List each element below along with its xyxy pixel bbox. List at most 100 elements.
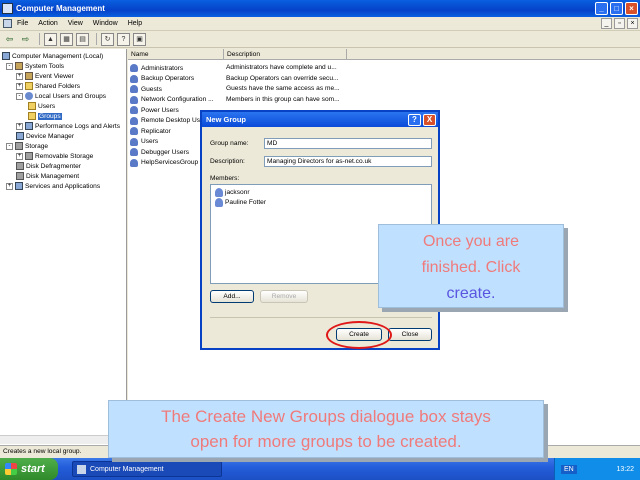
list-item[interactable]: Replicator [130, 126, 171, 136]
group-name: Power Users [141, 106, 179, 114]
list-item[interactable]: Network Configuration ... [130, 95, 214, 105]
menu-action[interactable]: Action [33, 20, 62, 27]
removable-storage-icon [25, 152, 33, 160]
close-dialog-button[interactable]: Close [388, 328, 432, 341]
child-close-button[interactable]: × [627, 18, 638, 29]
group-icon [130, 116, 138, 125]
tree-item-shared-folders[interactable]: + Shared Folders [16, 81, 80, 91]
tree-item-system-tools[interactable]: - System Tools [6, 61, 64, 71]
list-item[interactable]: Administrators [130, 63, 183, 73]
create-highlight-circle [326, 321, 392, 349]
list-item[interactable]: Power Users [130, 105, 179, 115]
tree-item-device-manager[interactable]: Device Manager [16, 131, 74, 141]
list-item[interactable]: Users [130, 137, 158, 147]
add-member-button[interactable]: Add... [210, 290, 254, 303]
dialog-titlebar[interactable]: New Group ? X [202, 112, 438, 127]
tree-item-users[interactable]: Users [28, 101, 55, 111]
tree-item-label: Storage [25, 142, 49, 150]
tree-item-event-viewer[interactable]: + Event Viewer [16, 71, 74, 81]
tree-item-label: Shared Folders [35, 82, 81, 90]
tree-item-disk-defragmenter[interactable]: Disk Defragmenter [16, 161, 81, 171]
member-name: Pauline Fotter [225, 198, 267, 206]
folder-icon [25, 82, 33, 90]
show-tree-icon[interactable]: ▦ [60, 32, 73, 46]
remove-member-button[interactable]: Remove [260, 290, 308, 303]
tree-item-groups[interactable]: Groups [28, 111, 62, 121]
group-name-input[interactable]: MD [264, 138, 432, 149]
child-restore-button[interactable]: ▫ [614, 18, 625, 29]
group-name-label: Group name: [210, 140, 249, 147]
menu-help[interactable]: Help [123, 20, 147, 27]
clock: 13:22 [616, 465, 634, 473]
close-window-button[interactable]: × [625, 2, 638, 15]
tree-item-removable-storage[interactable]: + Removable Storage [16, 151, 93, 161]
system-tray: EN 13:22 [554, 458, 640, 480]
back-arrow-icon[interactable]: ⇦ [3, 33, 16, 46]
folder-icon [28, 102, 36, 110]
member-item[interactable]: Pauline Fotter [215, 197, 266, 207]
toolbar-separator [96, 33, 97, 45]
start-button[interactable]: start [0, 458, 58, 480]
callout-line: Once you are [422, 233, 520, 250]
language-indicator[interactable]: EN [561, 464, 577, 474]
menu-file[interactable]: File [12, 20, 33, 27]
start-label: start [21, 463, 45, 475]
tree-item-computer-management-local[interactable]: Computer Management (Local) [2, 51, 103, 61]
tree-item-services-and-applications[interactable]: + Services and Applications [6, 181, 100, 191]
export-list-icon[interactable]: ▤ [76, 32, 89, 46]
group-name: Users [141, 138, 159, 145]
collapse-icon[interactable]: - [16, 92, 23, 100]
dialog-close-button[interactable]: X [423, 113, 436, 126]
list-item[interactable]: Remote Desktop Us [130, 116, 200, 126]
group-icon [130, 148, 138, 156]
tree-item-label: Local Users and Groups [35, 92, 107, 100]
expand-icon[interactable]: + [16, 122, 23, 130]
list-item[interactable]: Guests [130, 84, 162, 94]
storage-icon [15, 142, 23, 150]
tree-item-label: Removable Storage [35, 152, 94, 160]
collapse-icon[interactable]: - [6, 62, 13, 70]
taskbar-item-computer-management[interactable]: Computer Management [72, 461, 222, 477]
collapse-icon[interactable]: - [6, 142, 13, 150]
tree-item-performance-logs-and-alerts[interactable]: + Performance Logs and Alerts [16, 121, 120, 131]
forward-arrow-icon[interactable]: ⇨ [19, 33, 32, 46]
expand-icon[interactable]: + [16, 152, 23, 160]
event-viewer-icon [25, 72, 33, 80]
console-icon[interactable] [3, 19, 12, 28]
window-titlebar[interactable]: Computer Management _ □ × [0, 0, 640, 17]
menu-window[interactable]: Window [88, 20, 123, 27]
properties-icon[interactable]: ? [117, 32, 130, 46]
up-folder-icon[interactable]: ▲ [44, 32, 57, 46]
group-name: HelpServicesGroup [141, 159, 199, 166]
dialog-help-button[interactable]: ? [408, 113, 421, 126]
toolbar: ⇦ ⇨ ▲ ▦ ▤ ↻ ? ▣ [0, 31, 640, 48]
column-header-name[interactable]: Name [128, 49, 224, 60]
tree-item-local-users-and-groups[interactable]: - Local Users and Groups [16, 91, 106, 101]
tree-item-storage[interactable]: - Storage [6, 141, 48, 151]
tree-item-label: Groups [38, 112, 62, 120]
minimize-button[interactable]: _ [595, 2, 608, 15]
tree-item-label: Disk Management [26, 172, 80, 180]
help-icon[interactable]: ▣ [133, 32, 146, 46]
member-item[interactable]: jacksonr [215, 187, 250, 197]
menu-view[interactable]: View [63, 20, 88, 27]
tree-item-disk-management[interactable]: Disk Management [16, 171, 79, 181]
maximize-button[interactable]: □ [610, 2, 623, 15]
description-input[interactable]: Managing Directors for as-net.co.uk [264, 156, 432, 167]
console-tree[interactable]: Computer Management (Local) - System Tools… [0, 49, 127, 445]
expand-icon[interactable]: + [6, 182, 13, 190]
computer-icon [2, 52, 10, 60]
refresh-icon[interactable]: ↻ [101, 32, 114, 46]
callout-line: The Create New Groups dialogue box stays [161, 407, 491, 426]
taskbar-item-label: Computer Management [90, 465, 164, 473]
expand-icon[interactable]: + [16, 82, 23, 90]
expand-icon[interactable]: + [16, 72, 23, 80]
list-item[interactable]: Backup Operators [130, 74, 194, 84]
list-item[interactable]: HelpServicesGroup [130, 158, 198, 168]
child-minimize-button[interactable]: _ [601, 18, 612, 29]
column-header-description[interactable]: Description [224, 49, 347, 60]
group-description: Members in this group can have som... [226, 95, 340, 103]
list-item[interactable]: Debugger Users [130, 147, 189, 157]
tree-item-label: Disk Defragmenter [26, 162, 81, 170]
group-icon [130, 158, 138, 167]
